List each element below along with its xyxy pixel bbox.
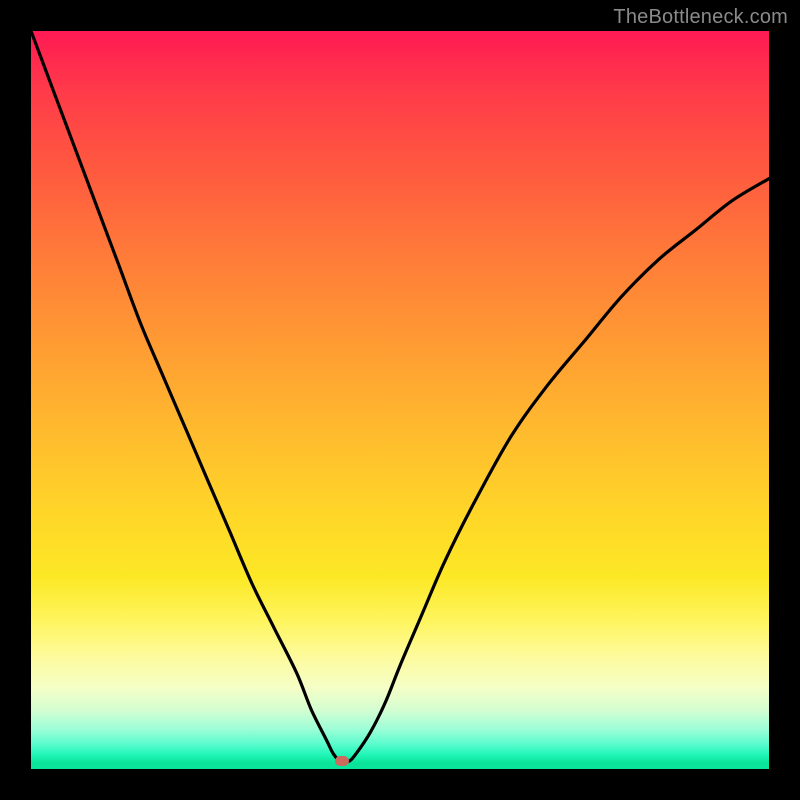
bottleneck-curve (31, 31, 769, 769)
watermark-text: TheBottleneck.com (613, 6, 788, 29)
chart-frame: TheBottleneck.com (0, 0, 800, 800)
optimal-point-marker (335, 756, 349, 766)
plot-area (31, 31, 769, 769)
